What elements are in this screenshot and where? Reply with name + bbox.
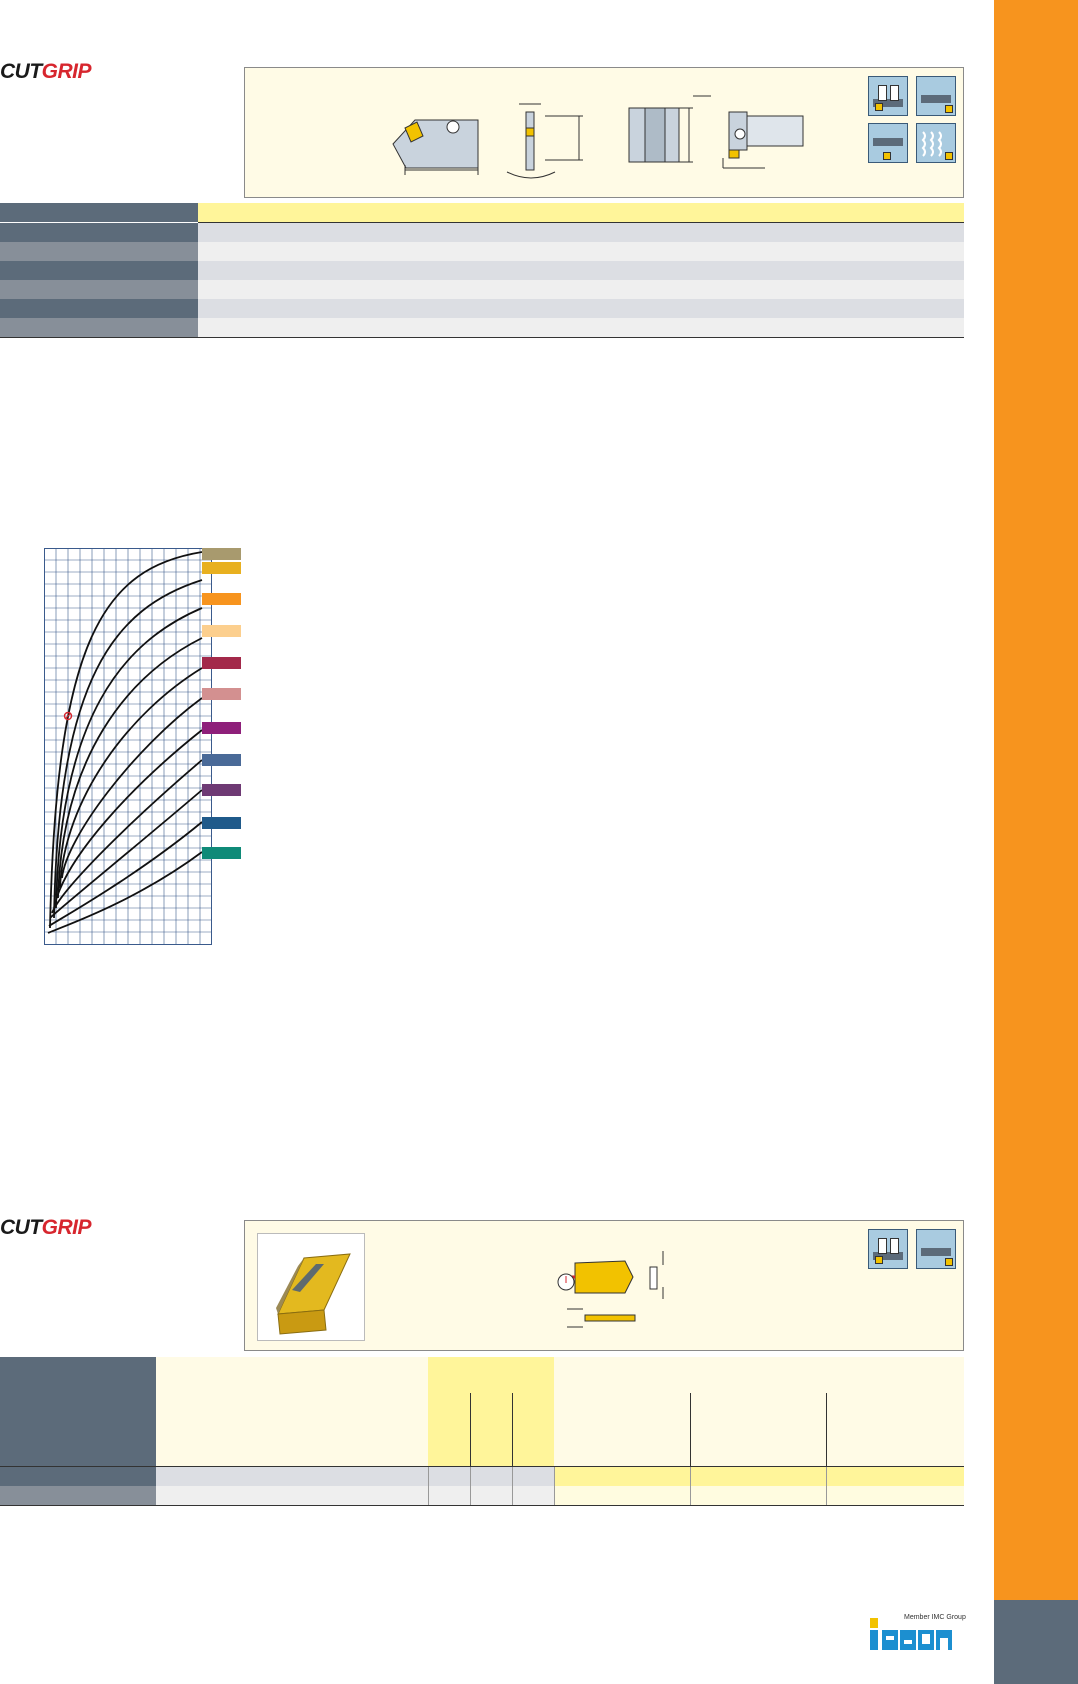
spec-table-top bbox=[0, 203, 964, 343]
brand-logo-part1: CUT bbox=[0, 1216, 42, 1239]
legend-swatch bbox=[202, 625, 241, 637]
brand-logo: CUTGRIP bbox=[0, 60, 92, 84]
legend-swatch bbox=[202, 817, 241, 829]
holder-drawing bbox=[722, 111, 804, 169]
grooving-icon bbox=[868, 1229, 908, 1269]
drawing-panel bbox=[244, 67, 964, 198]
legend-swatch bbox=[202, 688, 241, 700]
table-row bbox=[0, 280, 964, 299]
legend-swatch bbox=[202, 548, 241, 560]
table-row bbox=[0, 242, 964, 261]
brand-logo-part2: GRIP bbox=[41, 1216, 92, 1239]
legend-swatch bbox=[202, 722, 241, 734]
insert-drawing bbox=[557, 1251, 664, 1328]
table-header-cell bbox=[0, 1357, 156, 1467]
legend-swatch bbox=[202, 657, 241, 669]
cutting-curve-chart bbox=[44, 548, 244, 946]
blade-side-drawing bbox=[506, 103, 583, 179]
side-tab-footer bbox=[994, 1600, 1078, 1684]
blade-drawing bbox=[392, 119, 479, 175]
table-row bbox=[0, 299, 964, 318]
insert-panel bbox=[244, 1220, 964, 1351]
table-row bbox=[0, 318, 964, 338]
parting-icon bbox=[916, 1229, 956, 1269]
brand-logo-part2: GRIP bbox=[41, 60, 92, 83]
legend-swatch bbox=[202, 593, 241, 605]
threading-icon bbox=[916, 123, 956, 163]
table-header-cell bbox=[156, 1357, 428, 1467]
block-drawing bbox=[628, 95, 711, 163]
legend-swatch bbox=[202, 847, 241, 859]
table-header-cell bbox=[554, 1357, 964, 1467]
chart-grid bbox=[44, 548, 212, 945]
legend-swatch bbox=[202, 754, 241, 766]
table-row bbox=[0, 1486, 156, 1505]
iscar-logo-icon bbox=[870, 1618, 952, 1650]
iscar-logo: Member IMC Group bbox=[868, 1614, 966, 1654]
grooving-icon bbox=[868, 76, 908, 116]
table-row bbox=[0, 223, 964, 242]
tool-drawings bbox=[392, 95, 804, 179]
legend-swatch bbox=[202, 562, 241, 574]
table-row bbox=[0, 1467, 156, 1486]
brand-logo-bottom: CUTGRIP bbox=[0, 1216, 92, 1240]
table-row bbox=[0, 261, 964, 280]
table-header-row bbox=[0, 203, 964, 223]
parting-icon bbox=[916, 76, 956, 116]
turning-icon bbox=[868, 123, 908, 163]
brand-logo-part1: CUT bbox=[0, 60, 42, 83]
legend-swatch bbox=[202, 784, 241, 796]
table-header-cell bbox=[428, 1357, 554, 1467]
spec-table-bottom bbox=[0, 1357, 964, 1507]
side-tab bbox=[994, 0, 1078, 1684]
